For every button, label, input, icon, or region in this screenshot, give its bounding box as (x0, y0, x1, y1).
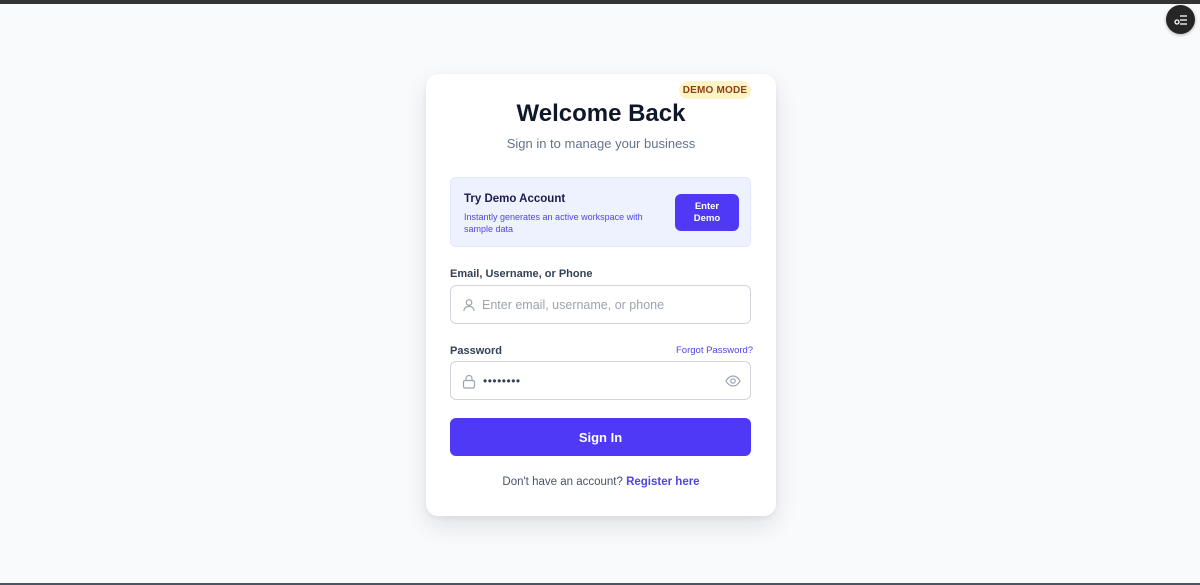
user-icon (461, 297, 477, 313)
demo-account-description: Instantly generates an active workspace … (464, 212, 643, 234)
page-title: Welcome Back (516, 100, 686, 127)
password-field[interactable]: •••••••• (450, 361, 751, 400)
login-field-label: Email, Username, or Phone (450, 268, 593, 280)
register-prompt: Don't have an account? Register here (426, 476, 776, 488)
enter-demo-button[interactable]: Enter Demo (675, 194, 739, 231)
password-label: Password (450, 345, 502, 357)
demo-account-title: Try Demo Account (464, 193, 566, 205)
login-input[interactable] (482, 295, 712, 315)
register-link[interactable]: Register here (626, 476, 700, 488)
password-input[interactable]: •••••••• (483, 374, 521, 388)
eye-icon[interactable] (725, 373, 741, 389)
demo-account-panel: Try Demo Account Instantly generates an … (450, 177, 751, 247)
demo-mode-badge: DEMO MODE (679, 81, 751, 99)
lock-icon (461, 373, 477, 389)
top-border (0, 0, 1200, 4)
settings-menu-icon (1173, 14, 1187, 25)
forgot-password-link[interactable]: Forgot Password? (676, 345, 753, 356)
login-card: DEMO MODE Welcome Back Sign in to manage… (426, 74, 776, 516)
floating-menu-button[interactable] (1166, 5, 1195, 34)
page-subtitle: Sign in to manage your business (506, 136, 696, 151)
sign-in-button[interactable]: Sign In (450, 418, 751, 456)
register-prompt-text: Don't have an account? (502, 476, 623, 488)
login-field[interactable] (450, 285, 751, 324)
